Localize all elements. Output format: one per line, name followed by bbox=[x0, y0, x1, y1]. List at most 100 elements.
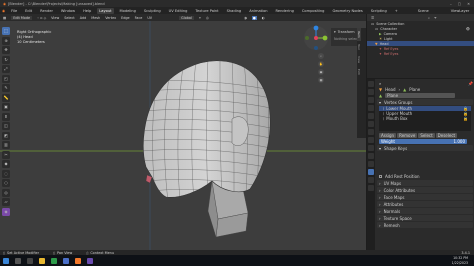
extrude-tool-icon[interactable]: ⬆ bbox=[2, 112, 10, 121]
props-search-icon[interactable]: ⌕ bbox=[379, 81, 381, 86]
task-view-icon[interactable] bbox=[27, 257, 33, 264]
scene-properties-tab-icon[interactable] bbox=[368, 113, 374, 119]
workspace-tab-uv-editing[interactable]: UV Editing bbox=[167, 8, 190, 14]
menu-file[interactable]: File bbox=[9, 8, 19, 14]
file-explorer-icon[interactable] bbox=[39, 257, 45, 264]
snap-icon[interactable]: ⌖ bbox=[199, 16, 201, 20]
maximize-button[interactable]: ▢ bbox=[458, 2, 461, 6]
spin-tool-icon[interactable]: ◌ bbox=[2, 169, 10, 178]
world-properties-tab-icon[interactable] bbox=[368, 121, 374, 127]
bevel-tool-icon[interactable]: ◩ bbox=[2, 131, 10, 140]
pan-icon[interactable]: ✋ bbox=[318, 61, 324, 67]
search-icon[interactable] bbox=[15, 257, 21, 264]
editor-type-icon[interactable]: ▦ bbox=[3, 16, 6, 20]
cursor-tool-icon[interactable]: ⊕ bbox=[2, 36, 10, 45]
smooth-tool-icon[interactable]: ○ bbox=[2, 179, 10, 187]
viewport-menu-edge[interactable]: Edge bbox=[121, 16, 130, 20]
rotate-tool-icon[interactable]: ↻ bbox=[2, 55, 10, 64]
menu-edit[interactable]: Edit bbox=[23, 8, 34, 14]
add-rest-position-row[interactable]: Add Rest Position bbox=[377, 173, 473, 179]
navigation-gizmo[interactable] bbox=[303, 25, 329, 51]
weight-slider[interactable]: Weight 1.000 bbox=[379, 138, 467, 144]
workspace-tab-shading[interactable]: Shading bbox=[225, 8, 244, 14]
zoom-icon[interactable]: ⌕ bbox=[318, 53, 324, 59]
workspace-tab-layout[interactable]: Layout bbox=[97, 7, 114, 14]
camera-view-icon[interactable]: ▣ bbox=[318, 69, 324, 75]
select-box-tool-icon[interactable]: ⬚ bbox=[2, 27, 10, 35]
overlays-icon[interactable]: ◑ bbox=[244, 16, 247, 20]
panel-header[interactable]: › Remesh bbox=[377, 222, 473, 228]
particles-tab-icon[interactable] bbox=[368, 145, 374, 151]
loopcut-tool-icon[interactable]: ▥ bbox=[2, 141, 10, 149]
scale-tool-icon[interactable]: ⤢ bbox=[2, 65, 10, 73]
workspace-tab-animation[interactable]: Animation bbox=[247, 8, 269, 14]
viewport-menu-mesh[interactable]: Mesh bbox=[91, 16, 100, 20]
panel-header[interactable]: › UV Maps bbox=[377, 180, 473, 186]
object-properties-tab-icon[interactable] bbox=[368, 129, 374, 135]
knife-tool-icon[interactable]: ✂ bbox=[2, 150, 10, 159]
viewport-menu-select[interactable]: Select bbox=[64, 16, 74, 20]
add-workspace-button[interactable]: + bbox=[393, 8, 400, 14]
assign-button[interactable]: Assign bbox=[379, 132, 397, 138]
remove-button[interactable]: Remove bbox=[397, 132, 418, 138]
sidebar-tab-item[interactable]: Item bbox=[357, 28, 361, 41]
view-layer-tab-icon[interactable] bbox=[368, 105, 374, 111]
sidebar-tab-tool[interactable]: Tool bbox=[357, 41, 361, 53]
perspective-toggle-icon[interactable]: ▦ bbox=[318, 77, 324, 83]
viewport-menu-vertex[interactable]: Vertex bbox=[105, 16, 116, 20]
menu-render[interactable]: Render bbox=[38, 8, 55, 14]
browser-icon[interactable] bbox=[51, 257, 57, 264]
select-button[interactable]: Select bbox=[418, 132, 435, 138]
modifier-properties-tab-icon[interactable] bbox=[368, 137, 374, 143]
add-cube-tool-icon[interactable]: ▣ bbox=[2, 103, 10, 111]
material-tab-icon[interactable] bbox=[368, 177, 374, 183]
panel-header[interactable]: › Color Attributes bbox=[377, 187, 473, 193]
shear-tool-icon[interactable]: ▱ bbox=[2, 198, 10, 206]
viewport-menu-uv[interactable]: UV bbox=[147, 16, 152, 20]
3d-viewport[interactable] bbox=[0, 21, 366, 250]
rip-tool-icon[interactable]: ◈ bbox=[2, 207, 10, 216]
blender-taskbar-icon[interactable] bbox=[75, 257, 81, 264]
workspace-tab-compositing[interactable]: Compositing bbox=[300, 8, 327, 14]
inset-tool-icon[interactable]: ◫ bbox=[2, 122, 10, 130]
select-mode-icons[interactable]: ◦ ▫ ◇ bbox=[37, 16, 46, 20]
viewport-menu-add[interactable]: Add bbox=[80, 16, 87, 20]
deselect-button[interactable]: Deselect bbox=[435, 132, 458, 138]
polybuild-tool-icon[interactable]: ◆ bbox=[2, 160, 10, 168]
viewport-menu-view[interactable]: View bbox=[51, 16, 59, 20]
panel-header[interactable]: › Texture Space bbox=[377, 215, 473, 221]
visibility-eye-icon[interactable]: 👁 bbox=[466, 27, 470, 31]
blender-menu-icon[interactable]: ◉ bbox=[2, 9, 5, 13]
menu-window[interactable]: Window bbox=[59, 8, 77, 14]
checkbox[interactable] bbox=[379, 174, 382, 178]
filter-icon[interactable]: ⏷ bbox=[434, 16, 437, 20]
workspace-tab-geometry-nodes[interactable]: Geometry Nodes bbox=[330, 8, 364, 14]
mode-selector[interactable]: Edit Mode bbox=[11, 15, 33, 20]
view-layer-selector[interactable]: ViewLayer bbox=[451, 9, 470, 13]
scene-selector[interactable]: Scene bbox=[418, 9, 429, 13]
physics-tab-icon[interactable] bbox=[368, 153, 374, 159]
sidebar-tab-view[interactable]: View bbox=[357, 53, 361, 66]
minimize-button[interactable]: – bbox=[450, 2, 452, 6]
output-properties-tab-icon[interactable] bbox=[368, 97, 374, 103]
close-button[interactable]: ✕ bbox=[467, 2, 470, 6]
transform-orientation[interactable]: Global bbox=[179, 15, 194, 20]
constraints-tab-icon[interactable] bbox=[368, 161, 374, 167]
lock-icon[interactable]: 🔒 bbox=[463, 116, 468, 121]
tool-properties-tab-icon[interactable] bbox=[368, 81, 374, 87]
outliner-search-icon[interactable]: ⌕ bbox=[428, 16, 430, 20]
mesh-data-tab-icon[interactable] bbox=[368, 169, 374, 175]
store-icon[interactable] bbox=[63, 257, 69, 264]
texture-tab-icon[interactable] bbox=[368, 185, 374, 191]
mesh-data-name-field[interactable]: Plane bbox=[385, 92, 456, 98]
workspace-tab-texture-paint[interactable]: Texture Paint bbox=[193, 8, 220, 14]
sidebar-tab-edit[interactable]: Edit bbox=[357, 66, 361, 78]
measure-tool-icon[interactable]: 📏 bbox=[2, 93, 10, 102]
start-menu-icon[interactable] bbox=[3, 257, 9, 264]
workspace-tab-scripting[interactable]: Scripting bbox=[369, 8, 389, 14]
app-icon[interactable] bbox=[87, 257, 93, 264]
system-clock[interactable]: 10:32 PM 1/22/2023 bbox=[452, 256, 468, 265]
panel-header[interactable]: › Attributes bbox=[377, 201, 473, 207]
workspace-tab-sculpting[interactable]: Sculpting bbox=[142, 8, 163, 14]
pin-icon[interactable]: 📌 bbox=[468, 81, 473, 86]
